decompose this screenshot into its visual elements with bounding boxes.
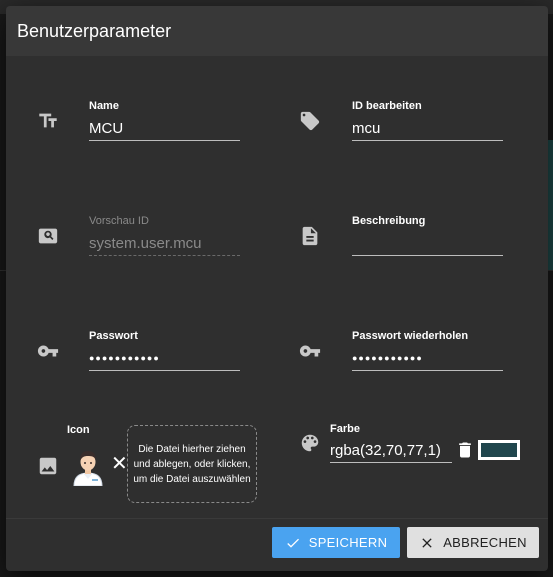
document-icon [299,225,321,247]
save-button-label: SPEICHERN [308,535,388,550]
image-search-icon [37,225,59,247]
cancel-button[interactable]: ABBRECHEN [407,527,539,558]
color-swatch[interactable] [478,440,520,460]
color-label: Farbe [330,423,360,435]
icon-label: Icon [67,424,90,436]
password-input[interactable] [89,346,240,371]
text-format-icon [37,110,59,132]
user-avatar-icon [70,448,106,487]
dialog-content: Name ID bearbeiten Vorschau ID Beschreib… [6,56,548,518]
footer-divider [6,518,548,519]
id-edit-label: ID bearbeiten [352,100,422,112]
cancel-button-label: ABBRECHEN [443,535,527,550]
description-label: Beschreibung [352,215,426,227]
check-icon [286,538,299,548]
color-input[interactable] [330,438,452,463]
user-settings-dialog: Benutzerparameter Name ID bearbeiten Vor… [6,6,548,571]
key-repeat-icon [299,340,321,362]
preview-id-input [89,231,240,256]
key-icon [37,340,59,362]
clear-icon-button[interactable]: ✕ [111,454,128,474]
dialog-header: Benutzerparameter [6,6,548,56]
delete-color-icon[interactable] [455,440,477,462]
file-dropzone[interactable]: Die Datei hierher ziehen und ablegen, od… [127,425,257,503]
password-repeat-label: Passwort wiederholen [352,330,469,342]
palette-icon [299,432,321,454]
preview-id-label: Vorschau ID [89,215,149,227]
password-repeat-input[interactable] [352,346,503,371]
id-edit-input[interactable] [352,116,503,141]
save-button[interactable]: SPEICHERN [272,527,400,558]
tag-icon [299,110,321,132]
name-label: Name [89,100,119,112]
dialog-title: Benutzerparameter [17,21,172,41]
password-label: Passwort [89,330,138,342]
close-icon [422,537,432,548]
description-input[interactable] [352,231,503,256]
image-icon [37,455,59,477]
name-input[interactable] [89,116,240,141]
